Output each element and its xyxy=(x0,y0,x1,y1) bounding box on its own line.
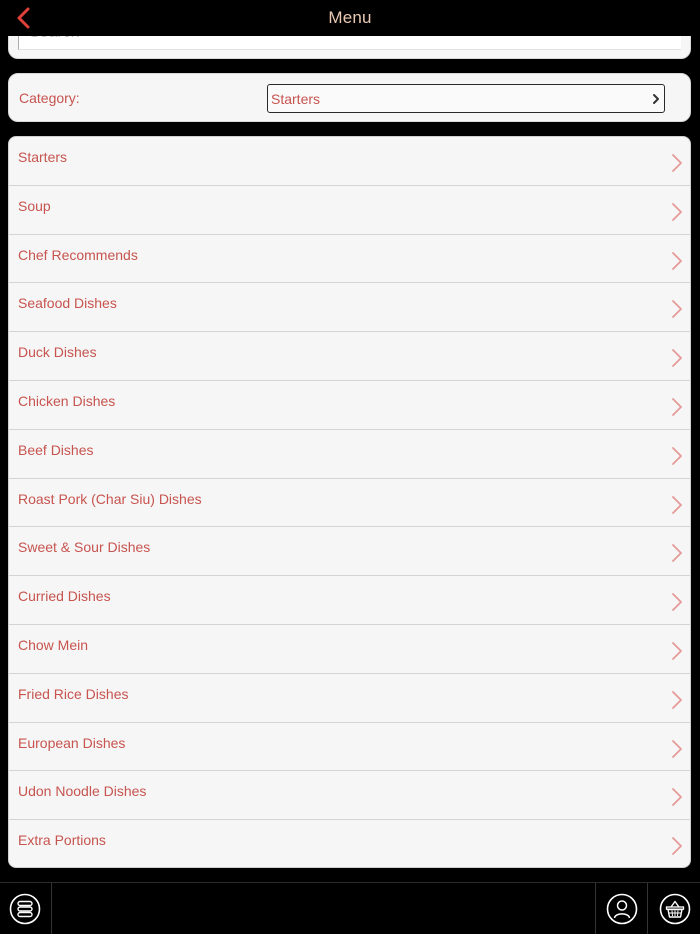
basket-icon xyxy=(659,893,691,925)
top-nav-bar: Menu xyxy=(0,0,700,36)
chevron-right-icon xyxy=(672,544,682,563)
chevron-right-icon xyxy=(672,690,682,709)
toolbar-divider xyxy=(595,883,596,934)
chevron-right-icon xyxy=(672,398,682,416)
chevron-right-icon xyxy=(653,94,659,104)
chevron-right-icon xyxy=(672,593,682,612)
category-label: Category: xyxy=(19,90,80,106)
menu-category-label: Duck Dishes xyxy=(18,344,97,361)
menu-category-label: Fried Rice Dishes xyxy=(18,685,129,702)
basket-button[interactable] xyxy=(659,893,691,925)
category-selected-value: Starters xyxy=(271,91,321,107)
chevron-right-icon xyxy=(672,251,682,270)
menu-category-item[interactable]: Seafood Dishes xyxy=(9,283,690,333)
menu-category-item[interactable]: Chef Recommends xyxy=(9,235,690,284)
account-icon xyxy=(606,893,638,925)
menu-category-item[interactable]: Chow Mein xyxy=(9,625,690,674)
menu-category-label: Chow Mein xyxy=(18,636,89,653)
app-root: Menu Category: Starters Starters Soup Chef… xyxy=(0,0,700,934)
menu-category-item[interactable]: Roast Pork (Char Siu) Dishes xyxy=(9,479,690,528)
menu-category-label: Beef Dishes xyxy=(18,441,94,458)
chevron-right-icon xyxy=(672,642,682,660)
menu-category-item[interactable]: Duck Dishes xyxy=(9,332,690,381)
menu-category-label: Seafood Dishes xyxy=(18,295,117,312)
page-title: Menu xyxy=(328,8,372,27)
menu-button[interactable] xyxy=(9,893,41,925)
bottom-toolbar xyxy=(0,882,700,934)
menu-category-label: Udon Noodle Dishes xyxy=(18,783,147,800)
chevron-right-icon xyxy=(672,446,682,465)
toolbar-divider xyxy=(51,883,52,934)
menu-category-label: Extra Portions xyxy=(18,832,106,849)
menu-category-item[interactable]: European Dishes xyxy=(9,723,690,772)
chevron-right-icon xyxy=(672,300,682,319)
menu-category-label: Sweet & Sour Dishes xyxy=(18,539,151,556)
category-select[interactable]: Starters xyxy=(267,84,665,113)
toolbar-divider xyxy=(647,883,648,934)
menu-category-item[interactable]: Sweet & Sour Dishes xyxy=(9,527,690,577)
menu-category-label: Chef Recommends xyxy=(18,246,138,263)
category-filter: Category: Starters xyxy=(8,73,691,122)
menu-category-item[interactable]: Extra Portions xyxy=(9,820,690,867)
menu-category-item[interactable]: Beef Dishes xyxy=(9,430,690,479)
menu-category-label: Curried Dishes xyxy=(18,588,111,605)
chevron-right-icon xyxy=(672,202,682,221)
menu-category-item[interactable]: Soup xyxy=(9,186,690,235)
chevron-right-icon xyxy=(672,154,682,172)
menu-category-item[interactable]: Udon Noodle Dishes xyxy=(9,771,690,821)
menu-category-label: Roast Pork (Char Siu) Dishes xyxy=(18,490,202,507)
chevron-right-icon xyxy=(672,739,682,758)
chevron-right-icon xyxy=(672,837,682,856)
menu-category-list: Starters Soup Chef Recommends Seafood Dishe… xyxy=(8,136,691,868)
chevron-right-icon xyxy=(672,495,682,514)
menu-category-item[interactable]: Fried Rice Dishes xyxy=(9,674,690,723)
menu-category-label: European Dishes xyxy=(18,734,126,751)
menu-category-item[interactable]: Chicken Dishes xyxy=(9,381,690,430)
menu-stack-icon xyxy=(9,893,41,925)
menu-category-label: Starters xyxy=(18,149,68,165)
chevron-right-icon xyxy=(672,349,682,368)
menu-category-label: Chicken Dishes xyxy=(18,392,116,409)
account-button[interactable] xyxy=(606,893,638,925)
menu-category-item[interactable]: Starters xyxy=(9,137,690,186)
menu-category-label: Soup xyxy=(18,197,51,214)
chevron-right-icon xyxy=(672,788,682,807)
menu-category-item[interactable]: Curried Dishes xyxy=(9,576,690,625)
